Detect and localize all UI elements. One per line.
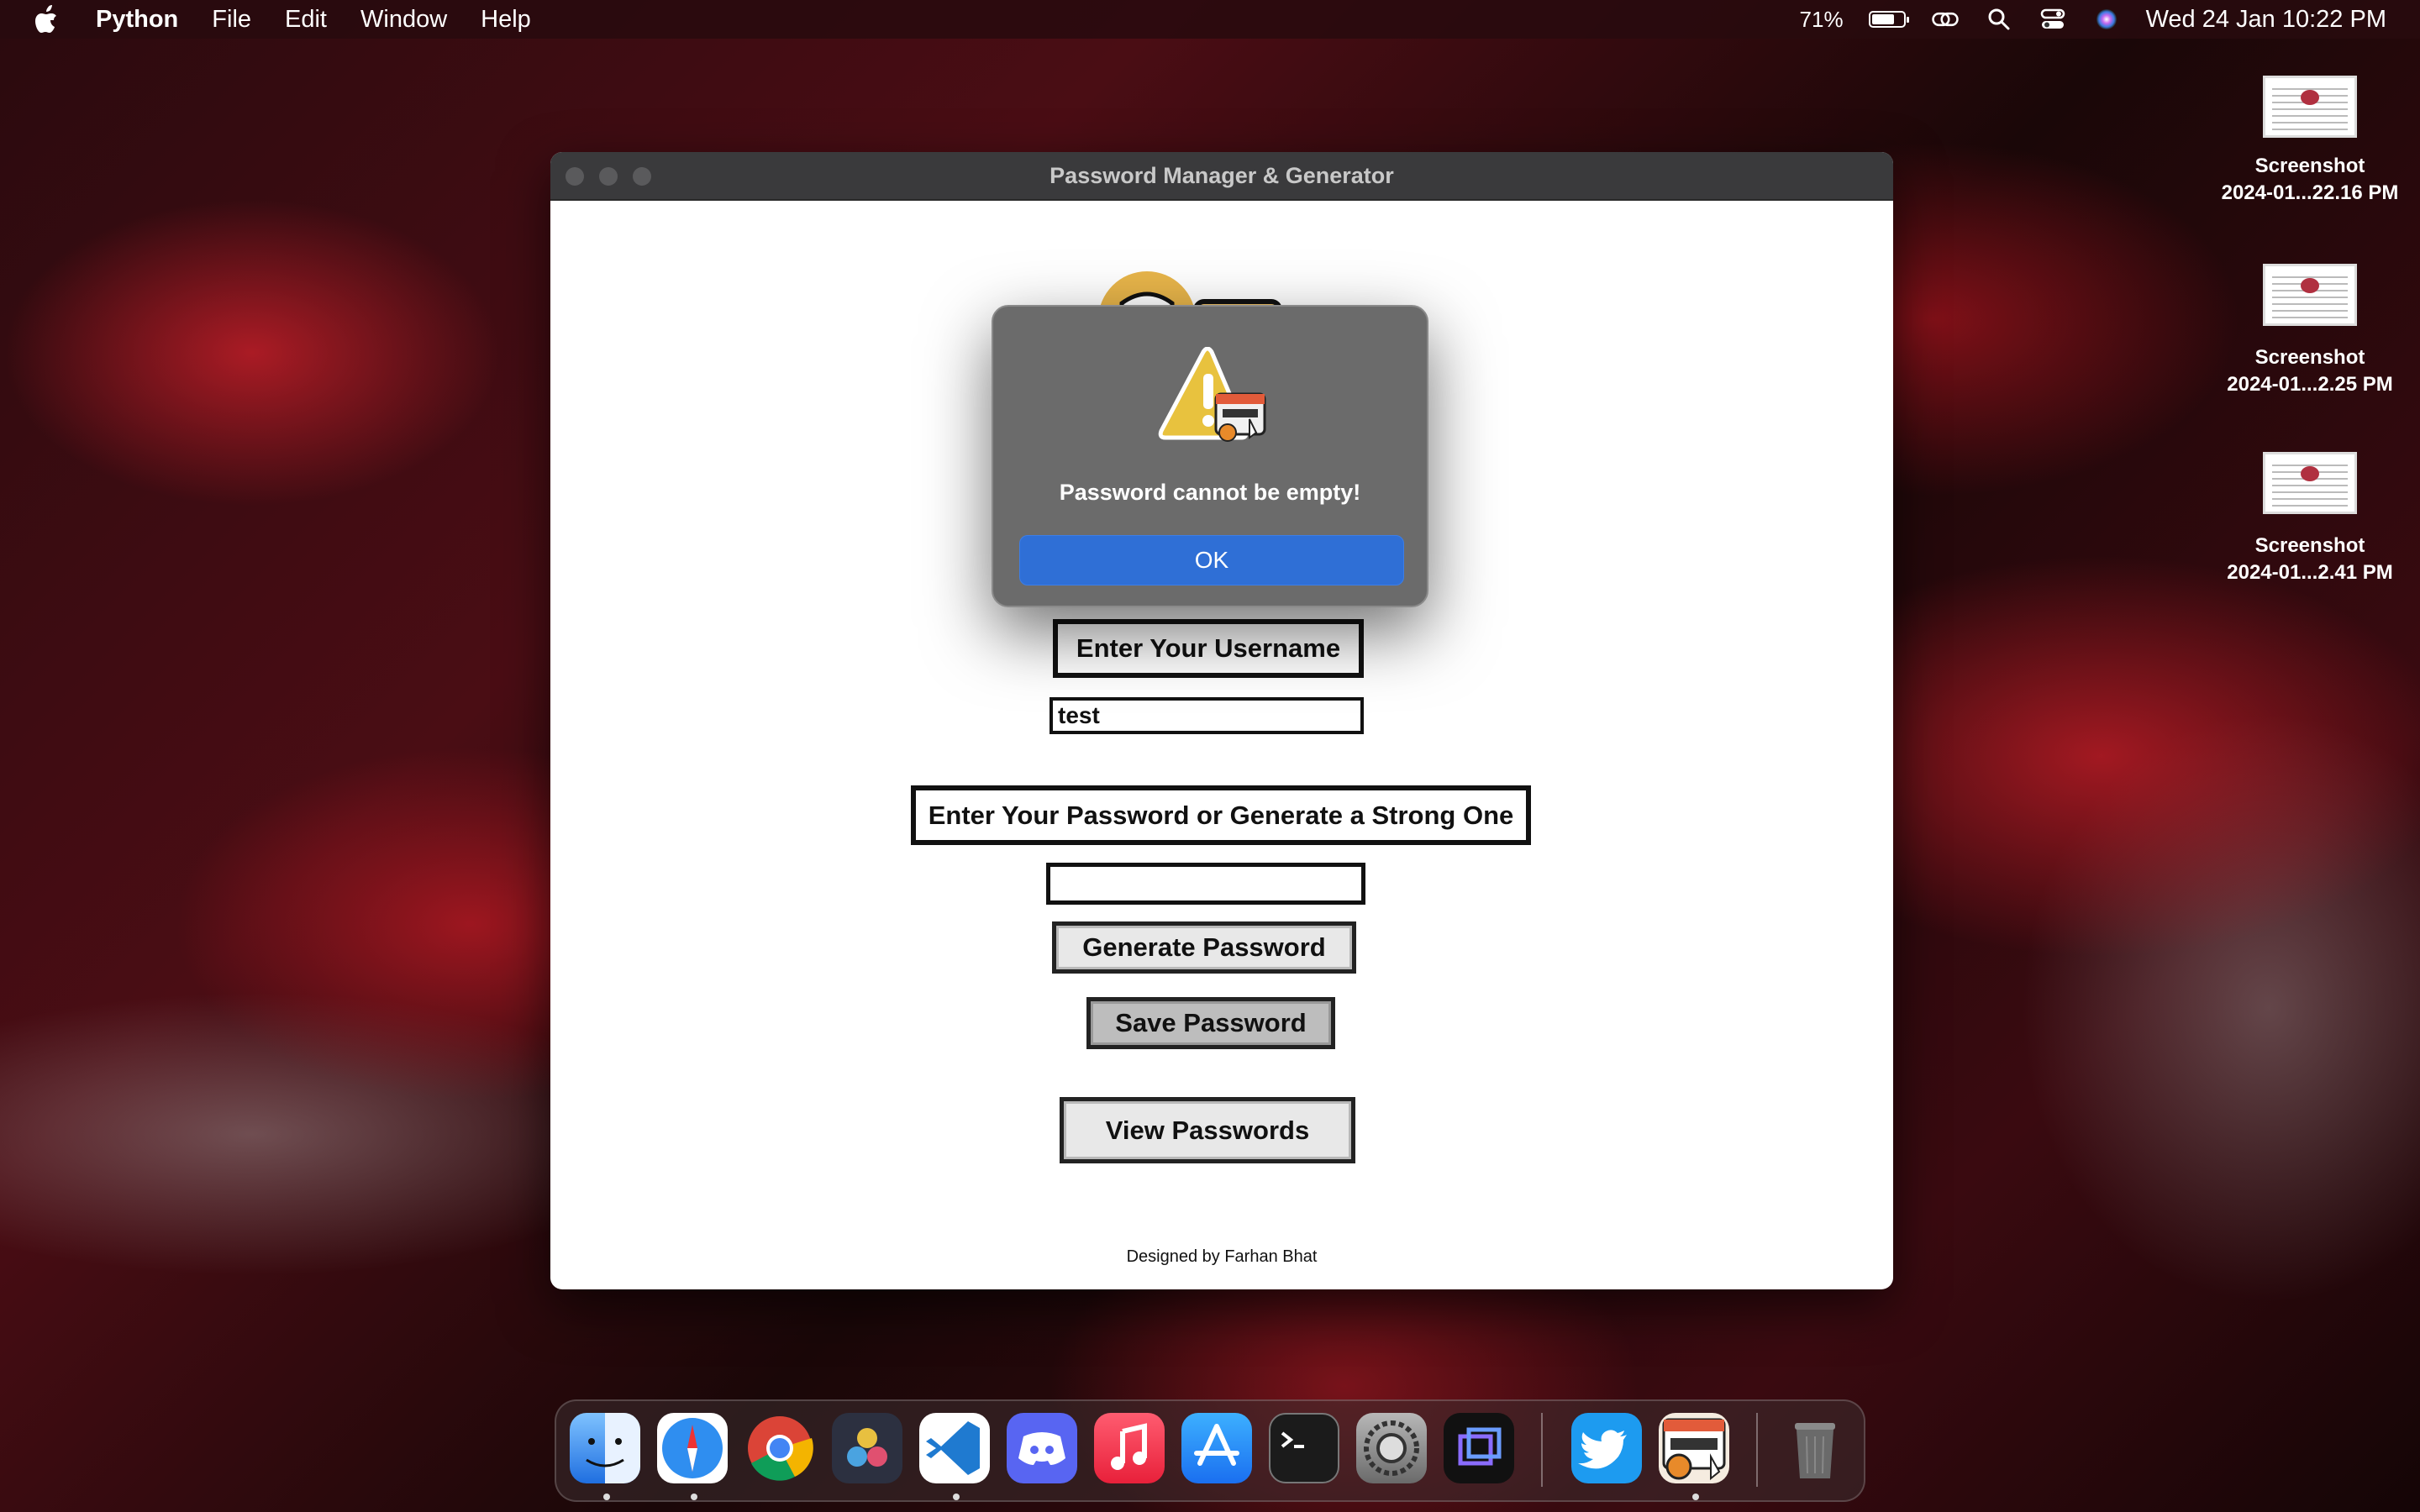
warning-icon (1158, 347, 1266, 442)
running-indicator (691, 1494, 697, 1500)
close-window-button[interactable] (566, 167, 584, 186)
discord-icon[interactable] (1007, 1413, 1077, 1483)
menu-app-python[interactable]: Python (96, 6, 178, 34)
file-name: Screenshot (2254, 155, 2365, 177)
running-indicator (953, 1494, 960, 1500)
file-name: Screenshot (2254, 346, 2365, 369)
screenshot-thumbnail (2263, 264, 2357, 326)
vscode-icon[interactable] (919, 1413, 990, 1483)
window-controls (566, 167, 651, 186)
battery-percent: 71% (1799, 6, 1844, 32)
password-manager-icon[interactable] (1659, 1413, 1729, 1483)
desktop-file-screenshot-1[interactable]: Screenshot 2024-01...22.16 PM (2201, 76, 2419, 207)
zoom-window-button[interactable] (633, 167, 651, 186)
twitter-icon[interactable] (1571, 1413, 1642, 1483)
running-indicator (603, 1494, 610, 1500)
dock-separator (1541, 1413, 1543, 1487)
file-name: Screenshot (2254, 534, 2365, 557)
view-passwords-button[interactable]: View Passwords (1060, 1097, 1355, 1163)
window-titlebar[interactable]: Password Manager & Generator (550, 152, 1893, 201)
file-name: 2024-01...22.16 PM (2221, 181, 2399, 204)
safari-icon[interactable] (657, 1413, 728, 1483)
file-name: 2024-01...2.25 PM (2227, 373, 2393, 396)
password-label: Enter Your Password or Generate a Strong… (911, 785, 1531, 845)
finder-icon[interactable] (570, 1413, 640, 1483)
username-label: Enter Your Username (1053, 619, 1364, 678)
terminal-icon[interactable] (1269, 1413, 1339, 1483)
screenshot-thumbnail (2263, 76, 2357, 138)
battery-icon[interactable] (1868, 11, 1909, 28)
system-settings-icon[interactable] (1356, 1413, 1427, 1483)
menu-help[interactable]: Help (481, 6, 531, 34)
menu-bar: Python File Edit Window Help 71% Wed 24 … (0, 0, 2420, 39)
control-center-icon[interactable] (2039, 5, 2067, 34)
screen-recorder-icon[interactable] (1444, 1413, 1514, 1483)
ok-button[interactable]: OK (1019, 535, 1404, 585)
menu-edit[interactable]: Edit (285, 6, 327, 34)
link-icon[interactable] (1931, 5, 1960, 34)
file-name: 2024-01...2.41 PM (2227, 561, 2393, 584)
window-title: Password Manager & Generator (1050, 162, 1394, 188)
app-store-icon[interactable] (1181, 1413, 1252, 1483)
menu-clock[interactable]: Wed 24 Jan 10:22 PM (2146, 6, 2386, 34)
search-icon[interactable] (1985, 5, 2013, 34)
dock-separator (1756, 1413, 1758, 1487)
password-input[interactable] (1046, 863, 1365, 905)
chrome-icon[interactable] (744, 1413, 815, 1483)
davinci-resolve-icon[interactable] (832, 1413, 902, 1483)
desktop-file-screenshot-2[interactable]: Screenshot 2024-01...2.25 PM (2201, 264, 2419, 398)
generate-password-button[interactable]: Generate Password (1052, 921, 1356, 974)
save-password-button[interactable]: Save Password (1086, 997, 1335, 1049)
alert-message: Password cannot be empty! (1059, 480, 1361, 505)
minimize-window-button[interactable] (599, 167, 618, 186)
menu-window[interactable]: Window (360, 6, 447, 34)
apple-logo-icon[interactable] (34, 5, 59, 34)
username-input[interactable]: test (1050, 697, 1364, 734)
desktop-file-screenshot-3[interactable]: Screenshot 2024-01...2.41 PM (2201, 452, 2419, 586)
menu-file[interactable]: File (212, 6, 251, 34)
music-icon[interactable] (1094, 1413, 1165, 1483)
footer-credit: Designed by Farhan Bhat (1126, 1247, 1318, 1266)
running-indicator (1692, 1494, 1699, 1500)
trash-icon[interactable] (1780, 1413, 1850, 1483)
screenshot-thumbnail (2263, 452, 2357, 514)
siri-icon[interactable] (2092, 5, 2121, 34)
dock (555, 1399, 1865, 1502)
alert-dialog: Password cannot be empty! OK (992, 305, 1428, 607)
